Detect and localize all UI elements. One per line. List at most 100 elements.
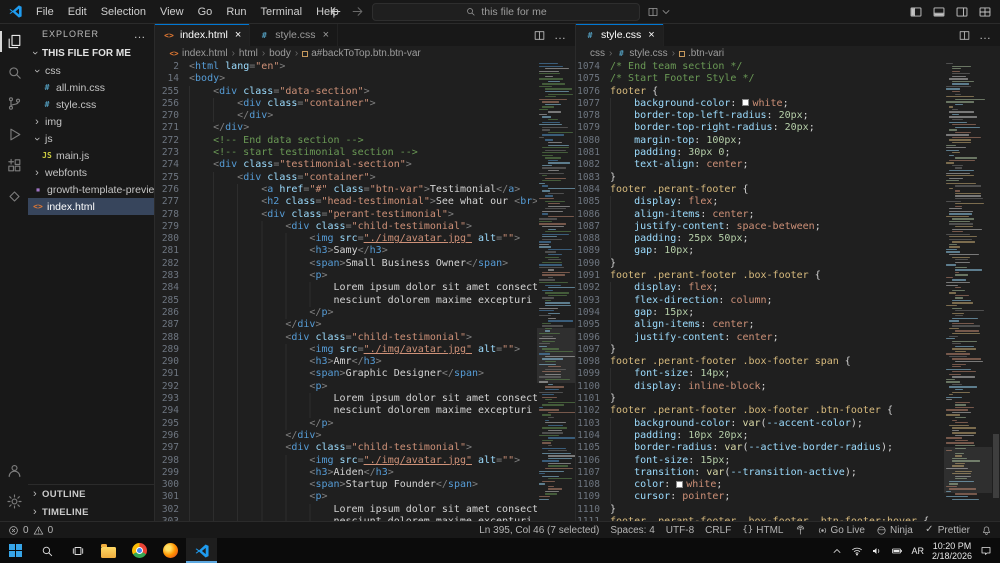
code-line[interactable]: 294 nesciunt dolorem maxime excepturi num — [155, 405, 537, 418]
tree-item-all.min.css[interactable]: # all.min.css — [28, 79, 154, 96]
menu-terminal[interactable]: Terminal — [254, 4, 310, 20]
indentation[interactable]: Spaces: 4 — [610, 525, 654, 536]
more-actions-icon[interactable]: … — [979, 29, 992, 42]
tree-item-css[interactable]: › css — [28, 62, 154, 79]
code-line[interactable]: 1108 color: white; — [576, 479, 944, 492]
code-editor-html[interactable]: 2 <html lang="en"> 14 <body> 255 <div class="… — [155, 61, 537, 521]
breadcrumb-item[interactable]: html — [239, 48, 258, 59]
code-line[interactable]: 2 <html lang="en"> — [155, 61, 537, 73]
code-line[interactable]: 275 <div class="container"> — [155, 171, 537, 184]
console-ninja[interactable]: Ninja — [876, 525, 913, 536]
wifi-icon[interactable] — [851, 545, 863, 557]
code-line[interactable]: 1104 padding: 10px 20px; — [576, 429, 944, 443]
code-line[interactable]: 1075/* Start Footer Style */ — [576, 73, 944, 85]
toggle-panel-icon[interactable] — [932, 5, 946, 19]
back-icon[interactable] — [328, 4, 343, 19]
tab-style.css[interactable]: # style.css × — [576, 24, 664, 46]
explorer-more-actions-icon[interactable]: … — [134, 28, 146, 40]
breadcrumb-item[interactable]: .btn-vari — [679, 48, 724, 59]
scrollbar[interactable] — [992, 61, 1000, 521]
code-line[interactable]: 271 </div> — [155, 122, 537, 135]
command-center[interactable]: this file for me — [372, 2, 640, 21]
code-line[interactable]: 1086 align-items: center; — [576, 208, 944, 221]
extensions-activity[interactable] — [0, 150, 28, 181]
clock[interactable]: 10:20 PM 2/18/2026 — [932, 541, 972, 561]
code-line[interactable]: 270 </div> — [155, 110, 537, 123]
timeline-section[interactable]: › TIMELINE — [28, 503, 154, 521]
code-line[interactable]: 1088 padding: 25px 50px; — [576, 233, 944, 246]
scrollbar-thumb[interactable] — [993, 433, 999, 498]
volume-icon[interactable] — [871, 545, 883, 557]
code-line[interactable]: 300 <span>Startup Founder</span> — [155, 479, 537, 492]
code-line[interactable]: 1097} — [576, 344, 944, 356]
code-line[interactable]: 292 <p> — [155, 380, 537, 394]
minimap[interactable] — [944, 61, 992, 521]
notifications[interactable] — [981, 525, 992, 536]
taskbar-vscode-icon[interactable] — [186, 538, 217, 563]
code-line[interactable]: 1107 transition: var(--transition-active)… — [576, 466, 944, 480]
close-tab-icon[interactable]: × — [235, 29, 241, 41]
code-line[interactable]: 301 <p> — [155, 491, 537, 504]
more-actions-icon[interactable]: … — [554, 29, 567, 42]
code-line[interactable]: 296 </div> — [155, 429, 537, 443]
code-line[interactable]: 1103 background-color: var(--accent-color… — [576, 417, 944, 430]
tree-item-growth-template-preview...[interactable]: ▪growth-template-preview... — [28, 181, 154, 198]
command-center-dropdown[interactable] — [647, 6, 672, 18]
code-line[interactable]: 1081 padding: 30px 0; — [576, 147, 944, 160]
code-line[interactable]: 288 <div class="child-testimonial"> — [155, 331, 537, 344]
taskbar-search-icon[interactable] — [31, 538, 62, 563]
menu-selection[interactable]: Selection — [94, 4, 153, 20]
code-line[interactable]: 1092 display: flex; — [576, 282, 944, 295]
code-line[interactable]: 1084 footer .perant-footer { — [576, 184, 944, 196]
prettier[interactable]: ✓ Prettier — [924, 525, 970, 536]
account-activity[interactable] — [0, 455, 28, 486]
code-line[interactable]: 1094 gap: 15px; — [576, 306, 944, 320]
code-line[interactable]: 303nesciunt dolorem maxime excepturi num — [155, 515, 537, 521]
menu-view[interactable]: View — [153, 4, 191, 20]
tab-style.css[interactable]: # style.css × — [250, 24, 338, 46]
tree-item-js[interactable]: › js — [28, 130, 154, 147]
toggle-sidebar-icon[interactable] — [909, 5, 923, 19]
run-debug-activity[interactable] — [0, 119, 28, 150]
source-control-activity[interactable] — [0, 88, 28, 119]
tree-item-img[interactable]: › img — [28, 113, 154, 130]
tree-item-index.html[interactable]: <> index.html — [28, 198, 154, 215]
tray-expand-icon[interactable] — [831, 545, 843, 557]
code-line[interactable]: 1085 display: flex; — [576, 196, 944, 209]
outline-section[interactable]: › OUTLINE — [28, 485, 154, 503]
code-line[interactable]: 295 </p> — [155, 417, 537, 430]
close-tab-icon[interactable]: × — [323, 29, 329, 41]
explorer-root-folder[interactable]: › THIS FILE FOR ME — [28, 44, 154, 62]
code-line[interactable]: 282 <span>Small Business Owner</span> — [155, 257, 537, 271]
code-line[interactable]: 256 <div class="container"> — [155, 97, 537, 111]
menu-file[interactable]: File — [29, 4, 61, 20]
code-line[interactable]: 285 nesciunt dolorem maxime excepturi num — [155, 294, 537, 307]
code-line[interactable]: 299 <h3>Aiden</h3> — [155, 466, 537, 480]
menu-run[interactable]: Run — [219, 4, 253, 20]
code-line[interactable]: 1106 font-size: 15px; — [576, 454, 944, 467]
split-editor-icon[interactable] — [533, 29, 546, 42]
minimap[interactable] — [537, 61, 575, 521]
toggle-secondary-sidebar-icon[interactable] — [955, 5, 969, 19]
breadcrumb-item[interactable]: body — [269, 48, 291, 59]
code-line[interactable]: 1098 footer .perant-footer .box-footer sp… — [576, 356, 944, 368]
code-line[interactable]: 277 <h2 class="head-testimonial">See what… — [155, 196, 537, 209]
go-live[interactable]: Go Live — [817, 525, 865, 536]
settings-activity[interactable] — [0, 486, 28, 517]
split-editor-icon[interactable] — [958, 29, 971, 42]
code-line[interactable]: 291 <span>Graphic Designer</span> — [155, 368, 537, 381]
code-line[interactable]: 1109 cursor: pointer; — [576, 491, 944, 504]
battery-icon[interactable] — [891, 545, 903, 557]
action-center-icon[interactable] — [980, 545, 992, 557]
explorer-activity[interactable] — [0, 26, 28, 57]
code-line[interactable]: 1093 flex-direction: column; — [576, 294, 944, 307]
code-line[interactable]: 1099 font-size: 14px; — [576, 368, 944, 381]
code-line[interactable]: 1091 footer .perant-footer .box-footer { — [576, 270, 944, 282]
menu-go[interactable]: Go — [191, 4, 220, 20]
code-line[interactable]: 14 <body> — [155, 73, 537, 85]
tree-item-main.js[interactable]: JS main.js — [28, 147, 154, 164]
code-line[interactable]: 1074/* End team section */ — [576, 61, 944, 73]
code-line[interactable]: 1087 justify-content: space-between; — [576, 220, 944, 234]
code-line[interactable]: 289 <img src="./img/avatar.jpg" alt=""> — [155, 343, 537, 357]
code-line[interactable]: 1096 justify-content: center; — [576, 331, 944, 344]
